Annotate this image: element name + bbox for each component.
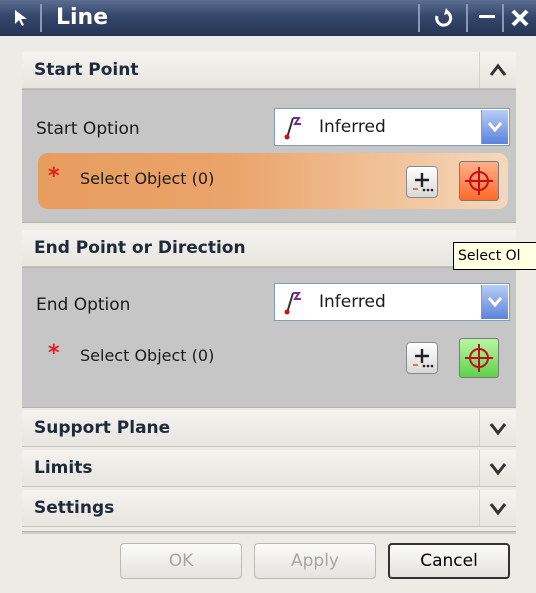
- section-header-limits[interactable]: Limits: [22, 450, 516, 487]
- expand-chevron-down-icon[interactable]: [479, 410, 516, 446]
- footer-divider: [22, 531, 516, 534]
- apply-button[interactable]: Apply: [254, 543, 376, 579]
- collapse-chevron-up-icon[interactable]: [479, 52, 516, 88]
- section-header-end-point[interactable]: End Point or Direction: [22, 230, 516, 267]
- cancel-button[interactable]: Cancel: [388, 543, 510, 579]
- end-option-value: Inferred: [319, 292, 386, 312]
- title-divider: [466, 4, 468, 32]
- arrow-cursor-icon: [12, 7, 32, 29]
- end-option-dropdown[interactable]: Inferred: [274, 283, 510, 321]
- title-divider: [502, 4, 504, 32]
- end-option-label: End Option: [36, 295, 131, 315]
- title-bar[interactable]: Line: [0, 0, 536, 36]
- crosshair-select-icon[interactable]: [459, 338, 499, 378]
- window-title: Line: [56, 5, 109, 30]
- start-option-label: Start Option: [36, 119, 140, 139]
- section-header-settings[interactable]: Settings: [22, 490, 516, 527]
- end-select-object-label: Select Object (0): [80, 346, 215, 365]
- section-header-support-plane[interactable]: Support Plane: [22, 410, 516, 447]
- tooltip: Select Ol: [453, 242, 536, 270]
- required-star-icon: *: [48, 341, 60, 366]
- title-divider: [418, 4, 420, 32]
- section-title: Limits: [34, 458, 93, 478]
- inferred-point-icon: [281, 114, 309, 144]
- section-header-start-point[interactable]: Start Point: [22, 52, 516, 89]
- section-title: Settings: [34, 498, 115, 518]
- close-icon[interactable]: [505, 2, 535, 34]
- ok-button[interactable]: OK: [120, 543, 242, 579]
- start-option-value: Inferred: [319, 117, 386, 137]
- start-option-dropdown[interactable]: Inferred: [274, 108, 510, 146]
- section-title: End Point or Direction: [34, 238, 246, 258]
- section-title: Support Plane: [34, 418, 171, 438]
- start-select-object-label: Select Object (0): [80, 169, 215, 188]
- point-dialog-button[interactable]: [406, 342, 438, 374]
- title-divider: [40, 4, 42, 32]
- section-title: Start Point: [34, 60, 139, 80]
- inferred-point-icon: [281, 289, 309, 319]
- dropdown-arrow-icon[interactable]: [481, 285, 508, 319]
- crosshair-select-icon[interactable]: [459, 161, 499, 201]
- minimize-icon[interactable]: [472, 2, 502, 34]
- dropdown-arrow-icon[interactable]: [481, 110, 508, 144]
- reset-icon[interactable]: [428, 2, 458, 34]
- expand-chevron-down-icon[interactable]: [479, 450, 516, 486]
- point-dialog-button[interactable]: [406, 166, 438, 198]
- required-star-icon: *: [48, 164, 60, 189]
- expand-chevron-down-icon[interactable]: [479, 490, 516, 526]
- line-dialog: Line Start Point Start Option Inferred *…: [0, 0, 536, 593]
- start-select-object-row[interactable]: * Select Object (0): [38, 153, 508, 209]
- end-select-object-row[interactable]: * Select Object (0): [38, 330, 508, 386]
